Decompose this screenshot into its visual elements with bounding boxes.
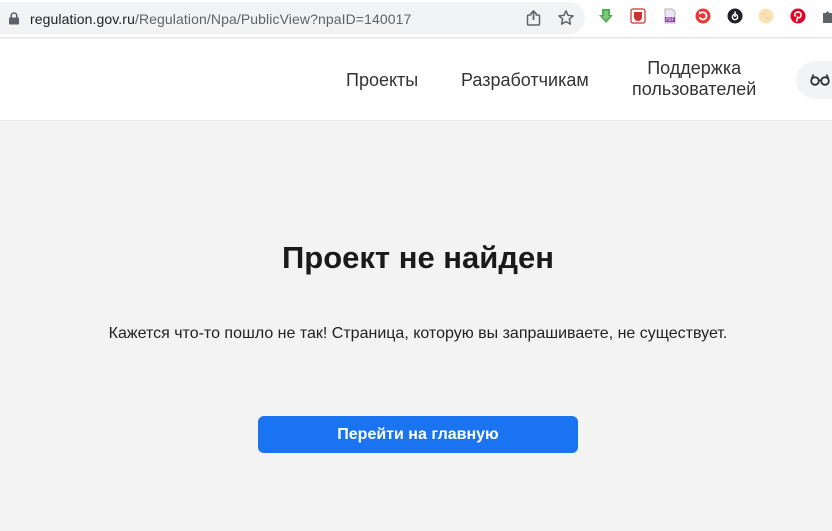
svg-text:PDF: PDF (666, 17, 674, 22)
dark-circle-icon[interactable] (727, 8, 743, 24)
nav-developers[interactable]: Разработчикам (461, 70, 589, 91)
address-bar[interactable]: regulation.gov.ru/Regulation/Npa/PublicV… (0, 2, 585, 34)
error-message: Кажется что-то пошло не так! Страница, к… (108, 325, 728, 342)
url-text[interactable]: regulation.gov.ru/Regulation/Npa/PublicV… (30, 11, 411, 27)
nav-projects[interactable]: Проекты (346, 70, 418, 91)
browser-toolbar: regulation.gov.ru/Regulation/Npa/PublicV… (0, 0, 832, 38)
pinterest-icon[interactable] (790, 8, 806, 24)
cookie-icon[interactable] (758, 8, 774, 24)
share-icon[interactable] (525, 9, 543, 27)
site-header: Проекты Разработчикам Поддержка пользова… (0, 39, 832, 121)
accessibility-button[interactable] (796, 61, 832, 99)
url-host: regulation.gov.ru (30, 11, 135, 27)
url-path: /Regulation/Npa/PublicView?npaID=140017 (134, 11, 412, 27)
puzzle-icon[interactable] (822, 8, 832, 24)
go-home-button[interactable]: Перейти на главную (258, 416, 578, 453)
main-content: Проект не найден Кажется что-то пошло не… (0, 122, 832, 531)
nav-support-line1: Поддержка (647, 58, 742, 78)
refresh-circle-icon[interactable] (695, 8, 711, 24)
shield-icon[interactable] (630, 8, 646, 24)
bookmark-star-icon[interactable] (557, 9, 575, 27)
download-arrow-icon[interactable] (598, 8, 614, 24)
pdf-icon[interactable]: PDF (662, 8, 678, 24)
page-title: Проект не найден (282, 240, 554, 275)
lock-icon[interactable] (8, 12, 20, 25)
nav-user-support[interactable]: Поддержка пользователей (632, 58, 756, 100)
nav-support-line2: пользователей (632, 79, 757, 99)
glasses-icon (810, 74, 830, 86)
